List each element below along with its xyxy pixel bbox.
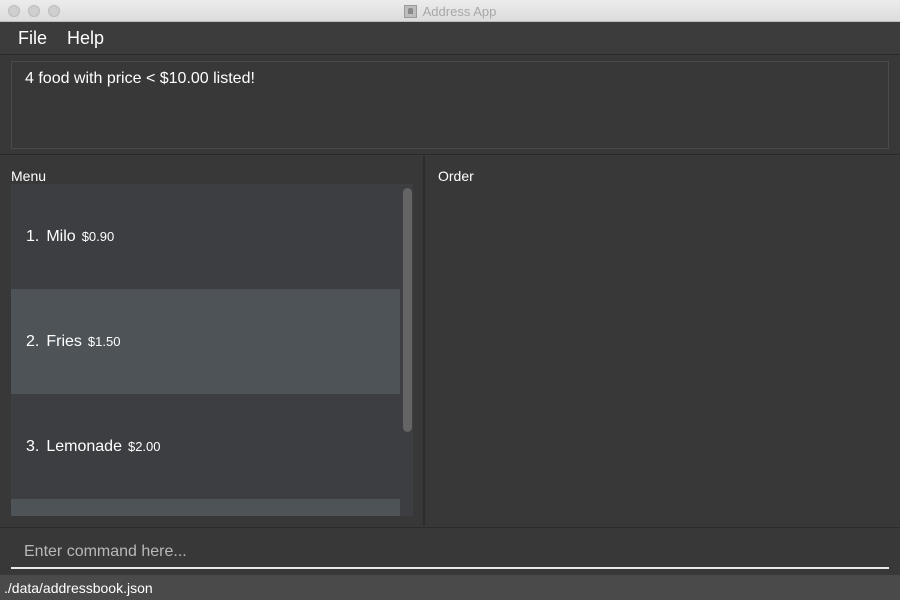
- item-price: $0.90: [81, 229, 115, 244]
- list-item-milo[interactable]: 1. Milo $0.90: [11, 184, 400, 289]
- menu-list[interactable]: 1. Milo $0.90 2. Fries $1.50 3. Lemonade…: [11, 184, 413, 516]
- title-bar: Address App: [0, 0, 900, 22]
- menu-help[interactable]: Help: [67, 28, 104, 49]
- item-name: Fries: [46, 332, 82, 350]
- item-name: Lemonade: [46, 437, 122, 455]
- menu-list-scrollbar[interactable]: [402, 184, 413, 516]
- order-panel-label: Order: [438, 168, 474, 184]
- window-title-text: Address App: [422, 3, 497, 19]
- list-item-fries[interactable]: 2. Fries $1.50: [11, 289, 400, 394]
- item-price: $2.00: [127, 439, 161, 454]
- scrollbar-thumb[interactable]: [403, 188, 412, 432]
- status-bar: ./data/addressbook.json: [0, 575, 900, 600]
- item-index: 1.: [26, 227, 40, 245]
- menu-panel: Menu 1. Milo $0.90 2. Fries $1.50 3. Lem…: [0, 156, 425, 526]
- main-panels: Menu 1. Milo $0.90 2. Fries $1.50 3. Lem…: [0, 156, 900, 526]
- item-price: $1.50: [87, 334, 121, 349]
- menu-bar: File Help: [0, 22, 900, 55]
- command-box-area: [0, 527, 900, 574]
- menu-file[interactable]: File: [18, 28, 47, 49]
- menu-panel-label: Menu: [11, 168, 47, 184]
- result-display: 4 food with price < $10.00 listed!: [11, 61, 889, 149]
- list-item-lemonade[interactable]: 3. Lemonade $2.00: [11, 394, 400, 499]
- order-panel: Order: [427, 156, 900, 526]
- list-item-partial[interactable]: [11, 499, 400, 516]
- item-index: 2.: [26, 332, 40, 350]
- item-name: Milo: [46, 227, 76, 245]
- save-file-path: ./data/addressbook.json: [4, 579, 153, 596]
- item-index: 3.: [26, 437, 40, 455]
- result-display-area: 4 food with price < $10.00 listed!: [0, 55, 900, 155]
- command-input[interactable]: [11, 536, 889, 569]
- window-title: Address App: [0, 0, 900, 22]
- app-icon: [403, 4, 417, 18]
